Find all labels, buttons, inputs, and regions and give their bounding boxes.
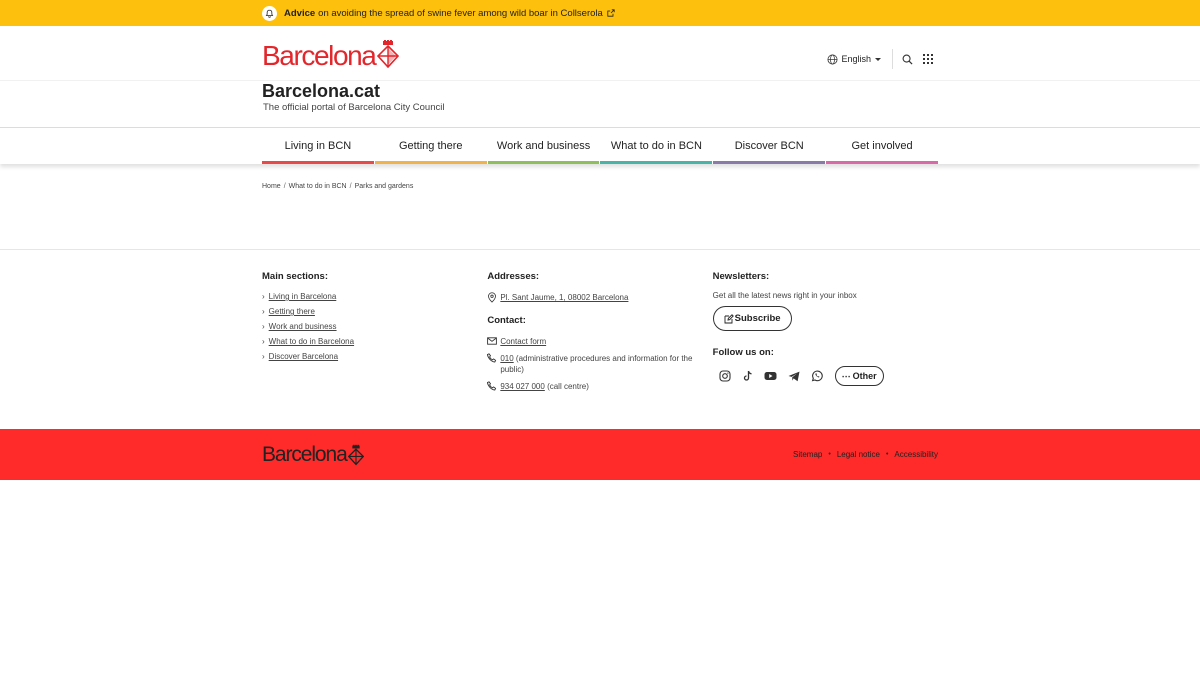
nav-item-work[interactable]: Work and business <box>487 128 600 164</box>
footer-logo-text: Barcelona <box>262 442 348 466</box>
site-header: Barcelona English Barcelona.cat The offi… <box>0 26 1200 128</box>
accessibility-link[interactable]: Accessibility <box>894 450 938 459</box>
phone-010-description: (administrative procedures and informati… <box>500 354 693 374</box>
breadcrumb-home[interactable]: Home <box>262 183 281 190</box>
legal-links: Sitemap • Legal notice • Accessibility <box>793 450 938 459</box>
footer-link-what-to-do[interactable]: What to do in Barcelona <box>269 337 354 346</box>
phone-010-link[interactable]: 010 <box>500 354 513 363</box>
bottom-footer: Barcelona Sitemap • Legal notice • Acces… <box>0 429 1200 480</box>
legal-notice-link[interactable]: Legal notice <box>837 450 880 459</box>
legal-separator: • <box>885 451 889 458</box>
nav-item-get-involved[interactable]: Get involved <box>826 128 938 164</box>
phone-row: 010 (administrative procedures and infor… <box>487 353 712 375</box>
edit-icon <box>724 313 734 323</box>
phone-call-centre-link[interactable]: 934 027 000 <box>500 382 545 391</box>
external-link-icon <box>607 9 615 17</box>
list-item: › Getting there <box>262 307 487 316</box>
chevron-right-icon: › <box>262 352 265 361</box>
footer-link-getting-there[interactable]: Getting there <box>269 307 315 316</box>
breadcrumb-separator: / <box>283 183 286 190</box>
footer-link-living[interactable]: Living in Barcelona <box>269 292 337 301</box>
mail-icon <box>487 337 498 345</box>
footer-info: Main sections: › Living in Barcelona › Get… <box>0 250 1200 429</box>
subscribe-button[interactable]: Subscribe <box>712 306 792 331</box>
footer-addresses: Addresses: Pl. Sant Jaume, 1, 08002 Barc… <box>487 271 712 398</box>
other-social-button[interactable]: ⋯ Other <box>834 366 884 386</box>
chevron-right-icon: › <box>262 337 265 346</box>
nav-item-getting-there[interactable]: Getting there <box>374 128 487 164</box>
contact-title: Contact: <box>487 315 526 326</box>
newsletters-title: Newsletters: <box>712 271 770 282</box>
more-horizontal-icon: ⋯ <box>841 370 851 381</box>
site-subtitle: The official portal of Barcelona City Co… <box>263 102 445 113</box>
alert-text: on avoiding the spread of swine fever am… <box>318 7 603 19</box>
breadcrumb-what-to-do[interactable]: What to do in BCN <box>289 183 347 190</box>
subscribe-label: Subscribe <box>734 313 781 324</box>
other-label: Other <box>852 371 877 381</box>
alert-strong: Advice <box>284 7 316 19</box>
whatsapp-icon[interactable] <box>809 368 825 384</box>
map-pin-icon <box>488 292 497 303</box>
bell-icon <box>262 5 277 21</box>
phone-call-centre-description: (call centre) <box>547 382 589 391</box>
list-item: › Work and business <box>262 322 487 331</box>
newsletters-text: Get all the latest news right in your in… <box>712 291 857 300</box>
nav-item-discover[interactable]: Discover BCN <box>713 128 826 164</box>
legal-separator: • <box>828 451 831 458</box>
follow-title: Follow us on: <box>712 347 774 358</box>
breadcrumb-section: Home / What to do in BCN / Parks and gar… <box>0 164 1200 250</box>
main-navigation: Living in BCN Getting there Work and bus… <box>0 128 1200 164</box>
crest-icon <box>347 444 364 466</box>
nav-item-what-to-do[interactable]: What to do in BCN <box>600 128 713 164</box>
chevron-right-icon: › <box>262 322 265 331</box>
addresses-title: Addresses: <box>487 271 540 282</box>
list-item: › Discover Barcelona <box>262 352 487 361</box>
breadcrumb-current: Parks and gardens <box>354 183 414 190</box>
address-row: Pl. Sant Jaume, 1, 08002 Barcelona <box>487 292 712 303</box>
alert-bar: Advice on avoiding the spread of swine f… <box>0 0 1200 26</box>
social-links: ⋯ Other <box>713 366 938 386</box>
contact-form-link[interactable]: Contact form <box>500 336 546 347</box>
footer-link-work[interactable]: Work and business <box>269 322 337 331</box>
tiktok-icon[interactable] <box>740 368 756 384</box>
instagram-icon[interactable] <box>717 368 733 384</box>
phone-icon <box>487 381 497 391</box>
list-item: › What to do in Barcelona <box>262 337 487 346</box>
site-title: Barcelona.cat <box>262 81 381 101</box>
phone-row: 934 027 000 (call centre) <box>487 381 712 392</box>
telegram-icon[interactable] <box>786 368 802 384</box>
list-item: › Living in Barcelona <box>262 292 487 301</box>
footer-main-sections: Main sections: › Living in Barcelona › Get… <box>262 271 487 398</box>
breadcrumb-separator: / <box>349 183 352 190</box>
chevron-right-icon: › <box>262 292 265 301</box>
contact-form-row: Contact form <box>487 336 712 347</box>
alert-link[interactable]: Advice on avoiding the spread of swine f… <box>284 8 615 19</box>
address-link[interactable]: Pl. Sant Jaume, 1, 08002 Barcelona <box>500 292 628 303</box>
footer-logo[interactable]: Barcelona <box>262 443 364 467</box>
sitemap-link[interactable]: Sitemap <box>793 450 822 459</box>
footer-newsletters: Newsletters: Get all the latest news rig… <box>712 271 938 398</box>
chevron-right-icon: › <box>262 307 265 316</box>
main-sections-title: Main sections: <box>262 271 328 282</box>
nav-item-living[interactable]: Living in BCN <box>262 128 374 164</box>
youtube-icon[interactable] <box>763 368 779 384</box>
breadcrumb: Home / What to do in BCN / Parks and gar… <box>262 164 938 190</box>
footer-link-discover[interactable]: Discover Barcelona <box>269 352 338 361</box>
phone-icon <box>487 353 497 363</box>
